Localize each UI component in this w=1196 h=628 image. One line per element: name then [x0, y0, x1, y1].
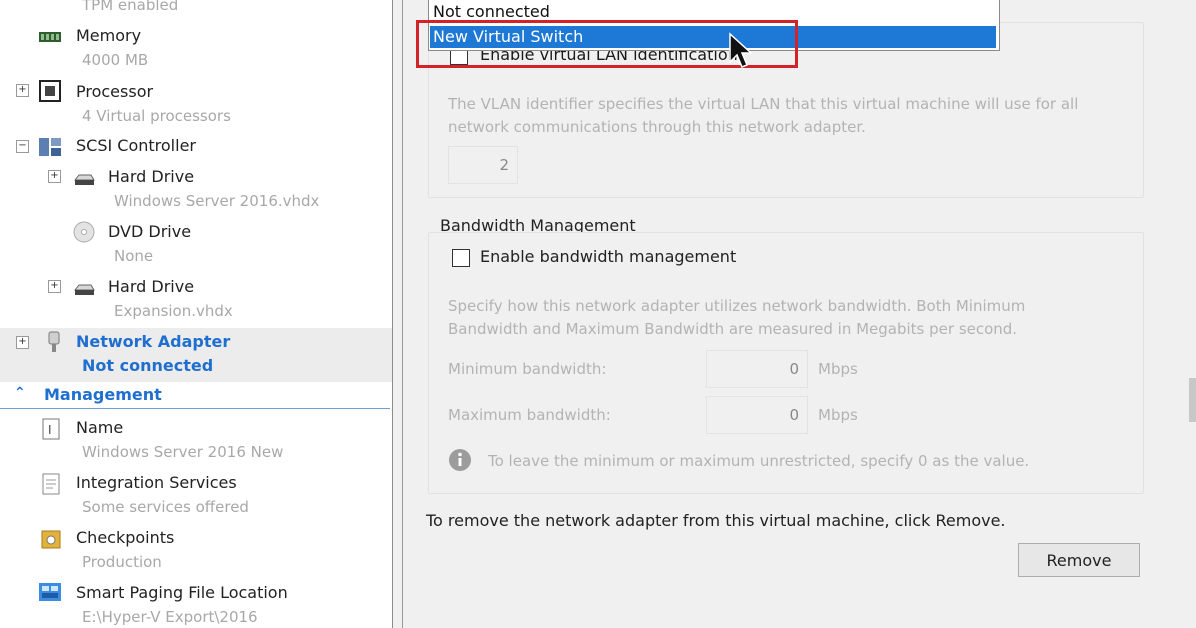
min-bandwidth-unit: Mbps — [818, 360, 858, 378]
tree-item-smart-paging[interactable]: Smart Paging File Location E:\Hyper-V Ex… — [0, 579, 392, 628]
switch-option-not-connected[interactable]: Not connected — [433, 2, 550, 21]
hard-drive-1-file: Windows Server 2016.vhdx — [114, 192, 320, 210]
bandwidth-checkbox[interactable] — [452, 249, 470, 267]
tree-item-integration-services[interactable]: Integration Services Some services offer… — [0, 469, 392, 523]
smart-paging-label: Smart Paging File Location — [76, 583, 288, 602]
network-adapter-icon — [48, 331, 60, 352]
tree-item-network-adapter[interactable]: + Network Adapter Not connected — [0, 328, 392, 382]
integration-services-label: Integration Services — [76, 473, 237, 492]
remove-instruction: To remove the network adapter from this … — [426, 511, 1006, 530]
network-adapter-expander[interactable]: + — [16, 336, 29, 349]
name-label: Name — [76, 418, 124, 437]
name-tag-icon: I — [42, 418, 60, 440]
bandwidth-checkbox-label: Enable bandwidth management — [480, 247, 737, 266]
svg-text:I: I — [48, 423, 52, 437]
bandwidth-info-text: To leave the minimum or maximum unrestri… — [488, 452, 1030, 470]
processor-expander[interactable]: + — [16, 84, 29, 97]
integration-services-icon — [42, 473, 60, 495]
max-bandwidth-input[interactable]: 0 — [706, 396, 808, 434]
vlan-identifier-input[interactable]: 2 — [448, 146, 518, 184]
hard-drive-1-expander[interactable]: + — [48, 170, 61, 183]
processor-icon — [39, 80, 61, 102]
tree-item-scsi-controller[interactable]: − SCSI Controller — [0, 134, 392, 162]
processor-value: 4 Virtual processors — [82, 107, 231, 125]
min-bandwidth-label: Minimum bandwidth: — [448, 360, 607, 378]
tpm-status: TPM enabled — [82, 0, 179, 14]
scrollbar-thumb[interactable] — [1189, 378, 1196, 422]
processor-label: Processor — [76, 82, 154, 101]
bandwidth-description-line1: Specify how this network adapter utilize… — [448, 297, 1026, 315]
scsi-label: SCSI Controller — [76, 136, 196, 155]
memory-icon — [39, 32, 61, 42]
management-label: Management — [44, 385, 162, 404]
vlan-description-line2: network communications through this netw… — [448, 118, 866, 136]
hard-drive-2-expander[interactable]: + — [48, 280, 61, 293]
max-bandwidth-unit: Mbps — [818, 406, 858, 424]
hard-drive-icon — [73, 174, 95, 185]
scsi-controller-icon — [39, 138, 61, 156]
vlan-description-line1: The VLAN identifier specifies the virtua… — [448, 95, 1079, 113]
hard-drive-icon — [73, 284, 95, 295]
checkpoints-value: Production — [82, 553, 162, 571]
hard-drive-2-file: Expansion.vhdx — [114, 302, 233, 320]
memory-value: 4000 MB — [82, 51, 149, 69]
management-section-header[interactable]: ⌃ Management — [0, 384, 390, 409]
network-adapter-status: Not connected — [82, 356, 214, 375]
mouse-cursor-icon — [729, 32, 752, 68]
info-icon — [449, 449, 471, 471]
smart-paging-icon — [39, 583, 61, 601]
min-bandwidth-input[interactable]: 0 — [706, 350, 808, 388]
checkpoints-label: Checkpoints — [76, 528, 175, 547]
dvd-drive-label: DVD Drive — [108, 222, 192, 241]
memory-label: Memory — [76, 26, 142, 45]
integration-services-value: Some services offered — [82, 498, 249, 516]
remove-button[interactable]: Remove — [1018, 543, 1140, 577]
dvd-drive-media: None — [114, 247, 154, 265]
tree-item-checkpoints[interactable]: Checkpoints Production — [0, 524, 392, 578]
tree-item-hard-drive-1[interactable]: + Hard Drive Windows Server 2016.vhdx — [0, 164, 392, 218]
checkpoints-icon — [41, 530, 61, 549]
tree-item-name[interactable]: I Name Windows Server 2016 New — [0, 414, 392, 468]
hard-drive-2-label: Hard Drive — [108, 277, 195, 296]
chevron-up-icon[interactable]: ⌃ — [14, 385, 26, 401]
tree-item-memory[interactable]: Memory 4000 MB — [0, 22, 392, 76]
hardware-tree: TPM enabled Memory 4000 MB + Processor 4… — [0, 0, 393, 628]
name-value: Windows Server 2016 New — [82, 443, 284, 461]
tree-item-dvd-drive[interactable]: DVD Drive None — [0, 219, 392, 273]
scsi-expander[interactable]: − — [16, 140, 29, 153]
network-adapter-label: Network Adapter — [76, 332, 231, 351]
smart-paging-path: E:\Hyper-V Export\2016 — [82, 608, 258, 626]
bandwidth-description-line2: Bandwidth and Maximum Bandwidth are meas… — [448, 320, 1018, 338]
hard-drive-1-label: Hard Drive — [108, 167, 195, 186]
max-bandwidth-label: Maximum bandwidth: — [448, 406, 611, 424]
dvd-drive-icon — [73, 221, 95, 243]
tree-item-processor[interactable]: + Processor 4 Virtual processors — [0, 78, 392, 132]
tree-item-hard-drive-2[interactable]: + Hard Drive Expansion.vhdx — [0, 274, 392, 328]
